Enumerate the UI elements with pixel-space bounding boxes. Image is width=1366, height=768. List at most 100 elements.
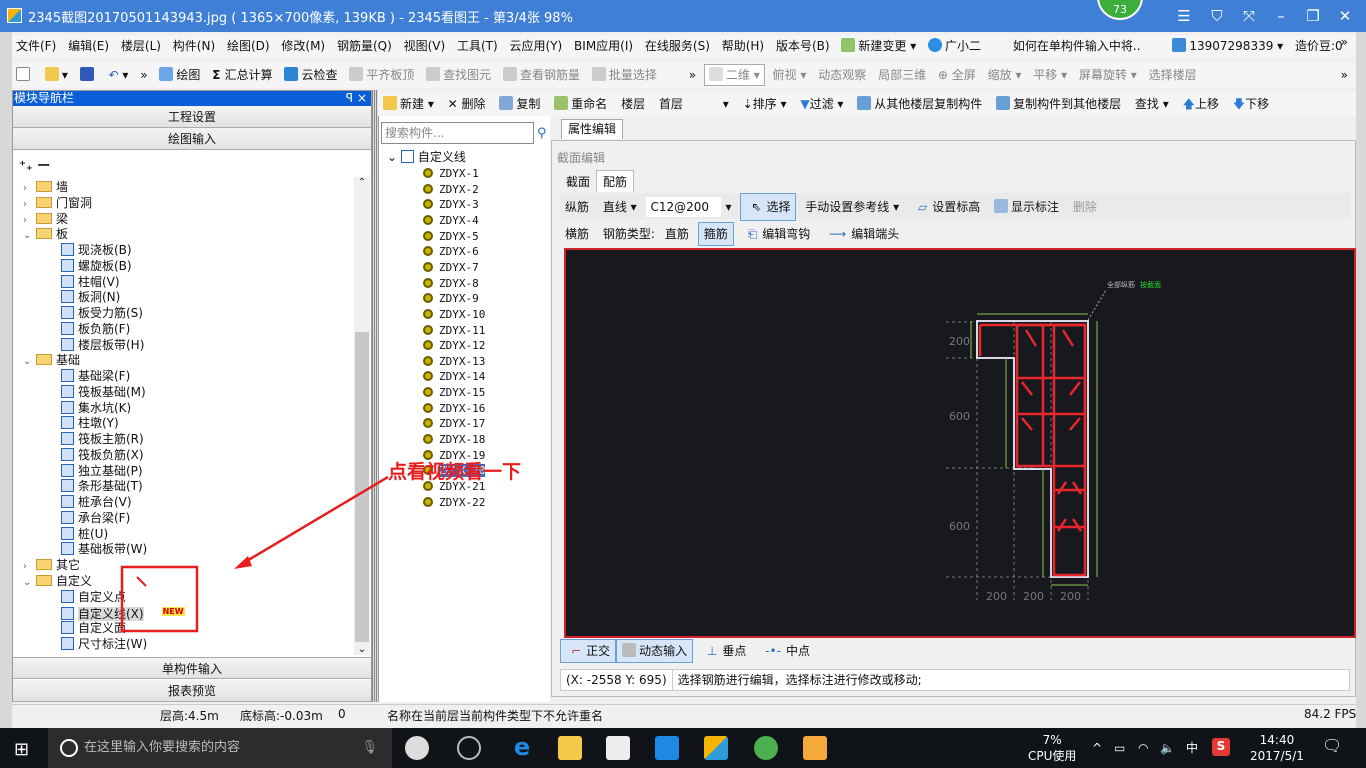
- tree-item[interactable]: 板负筋(F): [61, 321, 130, 337]
- delete-rebar-button[interactable]: 删除: [1068, 194, 1102, 220]
- pin-icon[interactable]: ꟼ: [346, 91, 353, 106]
- move-up-button[interactable]: 🡅上移: [1178, 92, 1224, 116]
- user-account[interactable]: 13907298339 ▾: [1168, 35, 1287, 57]
- menu-draw[interactable]: 绘图(D): [223, 35, 274, 57]
- cortana-icon[interactable]: [60, 739, 78, 757]
- search-icon[interactable]: ⚲: [537, 126, 547, 141]
- align-slab-top-button[interactable]: 平齐板顶: [345, 62, 418, 88]
- component-list-item[interactable]: ZDYX-5: [423, 229, 479, 245]
- move-down-button[interactable]: 🡇下移: [1228, 92, 1274, 116]
- batch-select-button[interactable]: 批量选择: [588, 62, 661, 88]
- orbit-button[interactable]: 动态观察: [814, 62, 870, 88]
- tree-folder[interactable]: › 墙: [23, 179, 68, 195]
- tab-property-edit[interactable]: 属性编辑: [561, 119, 623, 139]
- scroll-thumb[interactable]: [355, 332, 369, 642]
- tree-item[interactable]: 自定义面: [61, 620, 126, 636]
- menu-guangxiaoer[interactable]: 广小二: [924, 35, 985, 57]
- fullscreen-icon[interactable]: ⤧: [1234, 5, 1264, 27]
- menu-floor[interactable]: 楼层(L): [117, 35, 165, 57]
- section-drawing-input[interactable]: 绘图输入: [13, 128, 371, 150]
- component-list-item[interactable]: ZDYX-16: [423, 401, 485, 417]
- tab-section[interactable]: 截面: [560, 171, 596, 192]
- section-drawing-canvas[interactable]: 全部纵筋 按截面 200 600 600 200 200 200: [564, 248, 1356, 638]
- rotate-screen-button[interactable]: 屏幕旋转 ▾: [1075, 62, 1141, 88]
- menu-version[interactable]: 版本号(B): [772, 35, 834, 57]
- component-list-item[interactable]: ZDYX-1: [423, 166, 479, 182]
- image-viewer-app-icon[interactable]: [704, 736, 728, 760]
- tree-item[interactable]: 承台梁(F): [61, 510, 130, 526]
- component-list-item[interactable]: ZDYX-13: [423, 354, 485, 370]
- section-single-component-input[interactable]: 单构件输入: [13, 657, 371, 679]
- tree-item[interactable]: 桩(U): [61, 526, 108, 542]
- maximize-button[interactable]: ❐: [1298, 5, 1328, 27]
- top-view-button[interactable]: 俯视 ▾: [769, 62, 811, 88]
- toolbar-overflow[interactable]: »: [136, 62, 151, 88]
- delete-button[interactable]: ✕ 删除: [443, 92, 491, 116]
- tree-item[interactable]: 基础梁(F): [61, 368, 130, 384]
- tree-item[interactable]: 自定义线(X) NEW: [61, 604, 185, 622]
- show-dimension-button[interactable]: 显示标注: [989, 194, 1064, 220]
- component-list-item[interactable]: ZDYX-15: [423, 385, 485, 401]
- menu-view[interactable]: 视图(V): [400, 35, 450, 57]
- copy-button[interactable]: 复制: [494, 92, 545, 116]
- new-file-button[interactable]: [12, 62, 37, 88]
- stirrup-button[interactable]: 箍筋: [697, 222, 734, 246]
- green-app-icon[interactable]: [754, 736, 778, 760]
- component-list-item[interactable]: ZDYX-11: [423, 323, 485, 339]
- midpoint-snap[interactable]: -•- 中点: [755, 640, 815, 662]
- tree-folder[interactable]: › 其它: [23, 557, 80, 573]
- tree-folder[interactable]: ⌄ 板: [23, 226, 68, 242]
- straight-rebar-button[interactable]: 直筋: [660, 221, 694, 247]
- edge-browser-icon[interactable]: e: [510, 735, 534, 760]
- taskbar-search[interactable]: 在这里输入你要搜索的内容 🎙: [48, 728, 392, 768]
- menu-edit[interactable]: 编辑(E): [64, 35, 113, 57]
- expand-all-icon[interactable]: ⁺₊: [19, 159, 33, 174]
- component-list-item[interactable]: ZDYX-9: [423, 291, 479, 307]
- tree-item[interactable]: 板受力筋(S): [61, 305, 143, 321]
- chevron-down-icon[interactable]: ⌄: [387, 150, 401, 164]
- component-list-item[interactable]: ZDYX-4: [423, 213, 479, 229]
- tree-item[interactable]: 尺寸标注(W): [61, 636, 147, 652]
- close-icon[interactable]: ×: [357, 91, 367, 106]
- tab-rebar[interactable]: 配筋: [596, 170, 635, 192]
- edit-end-button[interactable]: ⟶ 编辑端头: [819, 221, 904, 247]
- toolbar-overflow-2[interactable]: »: [685, 62, 700, 88]
- tree-scrollbar[interactable]: ⌃ ⌄: [354, 177, 370, 655]
- manual-refline-dropdown[interactable]: 手动设置参考线 ▾: [800, 194, 904, 220]
- sogou-ime-icon[interactable]: S: [1212, 738, 1230, 756]
- windows-start-icon[interactable]: ⊞: [14, 739, 29, 760]
- tree-item[interactable]: 条形基础(T): [61, 478, 143, 494]
- menu-rebar[interactable]: 钢筋量(Q): [333, 35, 396, 57]
- tree-folder[interactable]: › 梁: [23, 211, 68, 227]
- help-topic-link[interactable]: 如何在单构件输入中将..: [1009, 35, 1145, 57]
- menu-online[interactable]: 在线服务(S): [641, 35, 714, 57]
- menu-modify[interactable]: 修改(M): [277, 35, 329, 57]
- tree-item[interactable]: 筏板负筋(X): [61, 447, 144, 463]
- tree-item[interactable]: 柱墩(Y): [61, 415, 119, 431]
- component-list-item[interactable]: ZDYX-12: [423, 338, 485, 354]
- tree-item[interactable]: 桩承台(V): [61, 494, 132, 510]
- tree-item[interactable]: 基础板带(W): [61, 541, 147, 557]
- ortho-toggle[interactable]: ⌐ 正交: [560, 639, 617, 663]
- close-button[interactable]: ✕: [1330, 5, 1360, 27]
- component-list-item[interactable]: ZDYX-7: [423, 260, 479, 276]
- microphone-icon[interactable]: 🎙: [361, 728, 378, 768]
- menu-icon[interactable]: ☰: [1169, 5, 1199, 27]
- menu-overflow[interactable]: »: [1337, 31, 1352, 53]
- rename-button[interactable]: 重命名: [549, 92, 612, 116]
- ime-indicator[interactable]: 中: [1186, 740, 1198, 756]
- find-element-button[interactable]: 查找图元: [422, 62, 495, 88]
- component-list-item[interactable]: ZDYX-8: [423, 276, 479, 292]
- remote-app-icon[interactable]: [655, 736, 679, 760]
- action-center-icon[interactable]: 🗨: [1322, 738, 1342, 754]
- line-mode-dropdown[interactable]: 直线 ▾: [598, 194, 642, 220]
- floor-select[interactable]: 首层: [654, 92, 714, 116]
- perpendicular-snap[interactable]: ⊥ 垂点: [697, 640, 751, 662]
- swirl-app-icon[interactable]: [457, 736, 481, 760]
- find-button[interactable]: 查找 ▾: [1130, 92, 1174, 116]
- tree-item[interactable]: 楼层板带(H): [61, 337, 144, 353]
- tree-folder[interactable]: ⌄ 自定义: [23, 573, 92, 589]
- file-explorer-icon[interactable]: [558, 736, 582, 760]
- select-floor-button[interactable]: 选择楼层: [1145, 62, 1201, 88]
- tray-expand-icon[interactable]: ^: [1092, 740, 1102, 756]
